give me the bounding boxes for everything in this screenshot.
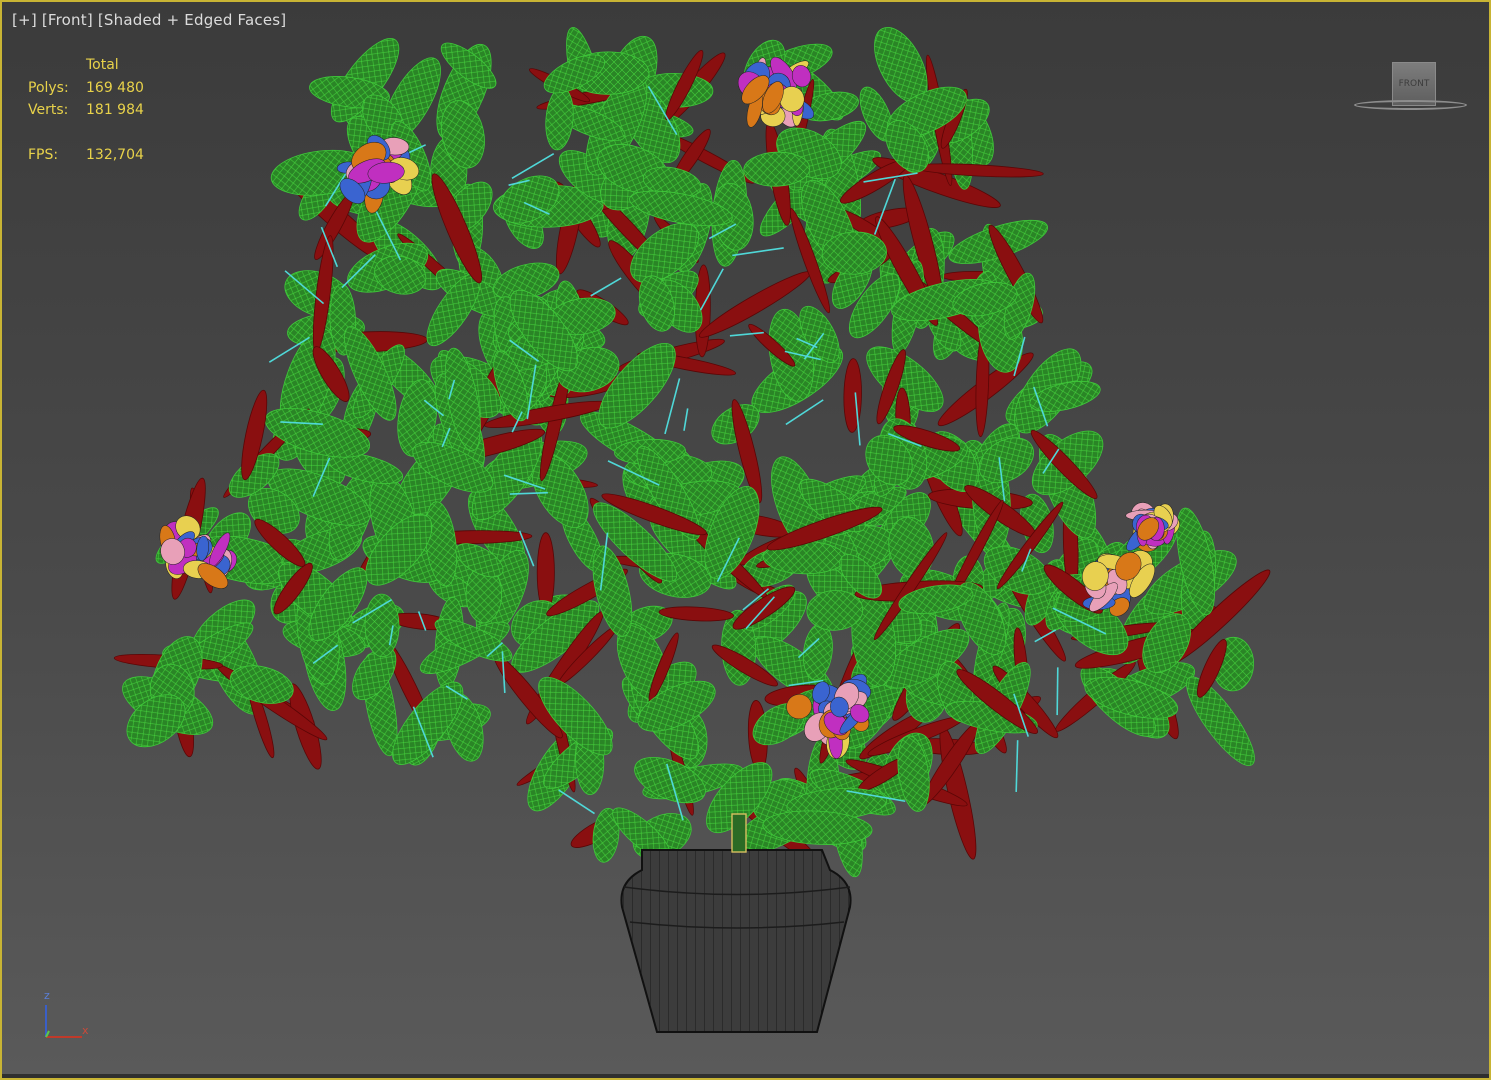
fps-value: 132,704: [86, 146, 144, 163]
axis-tripod: z x: [36, 987, 96, 1047]
green-leaf: [545, 87, 574, 151]
verts-label: Verts:: [28, 102, 69, 118]
stem: [590, 277, 622, 297]
scene-render[interactable]: [2, 2, 1489, 1078]
viewport-menu-plus[interactable]: [+]: [12, 11, 37, 29]
stem: [1015, 740, 1019, 792]
red-leaf: [843, 358, 862, 433]
verts-value: 181 984: [86, 102, 144, 118]
polys-label: Polys:: [28, 79, 69, 96]
viewcube-compass-ring[interactable]: [1354, 100, 1467, 110]
green-leaf: [364, 593, 400, 658]
viewport-shading-mode[interactable]: [Shaded + Edged Faces]: [98, 11, 286, 29]
statistics-overlay: Total Polys: 169 480 Verts: 181 984 FPS: 13…: [28, 54, 144, 166]
stats-header: Total: [86, 57, 119, 73]
stem: [664, 378, 681, 435]
viewport-label: [+] [Front] [Shaded + Edged Faces]: [12, 11, 286, 29]
flower: [1125, 502, 1180, 552]
stem: [1056, 667, 1059, 716]
viewcube[interactable]: FRONT: [1354, 58, 1469, 114]
fps-label: FPS:: [28, 146, 59, 163]
viewport-point-of-view[interactable]: [Front]: [42, 11, 93, 29]
stem: [683, 408, 689, 431]
axis-z-label: z: [44, 989, 50, 1002]
viewport-front[interactable]: [+] [Front] [Shaded + Edged Faces] Total…: [0, 0, 1491, 1080]
axis-x-label: x: [82, 1024, 89, 1037]
polys-value: 169 480: [86, 79, 144, 96]
foliage: [113, 26, 1271, 878]
viewport-bottom-edge: [2, 1074, 1489, 1078]
stem: [511, 153, 555, 180]
